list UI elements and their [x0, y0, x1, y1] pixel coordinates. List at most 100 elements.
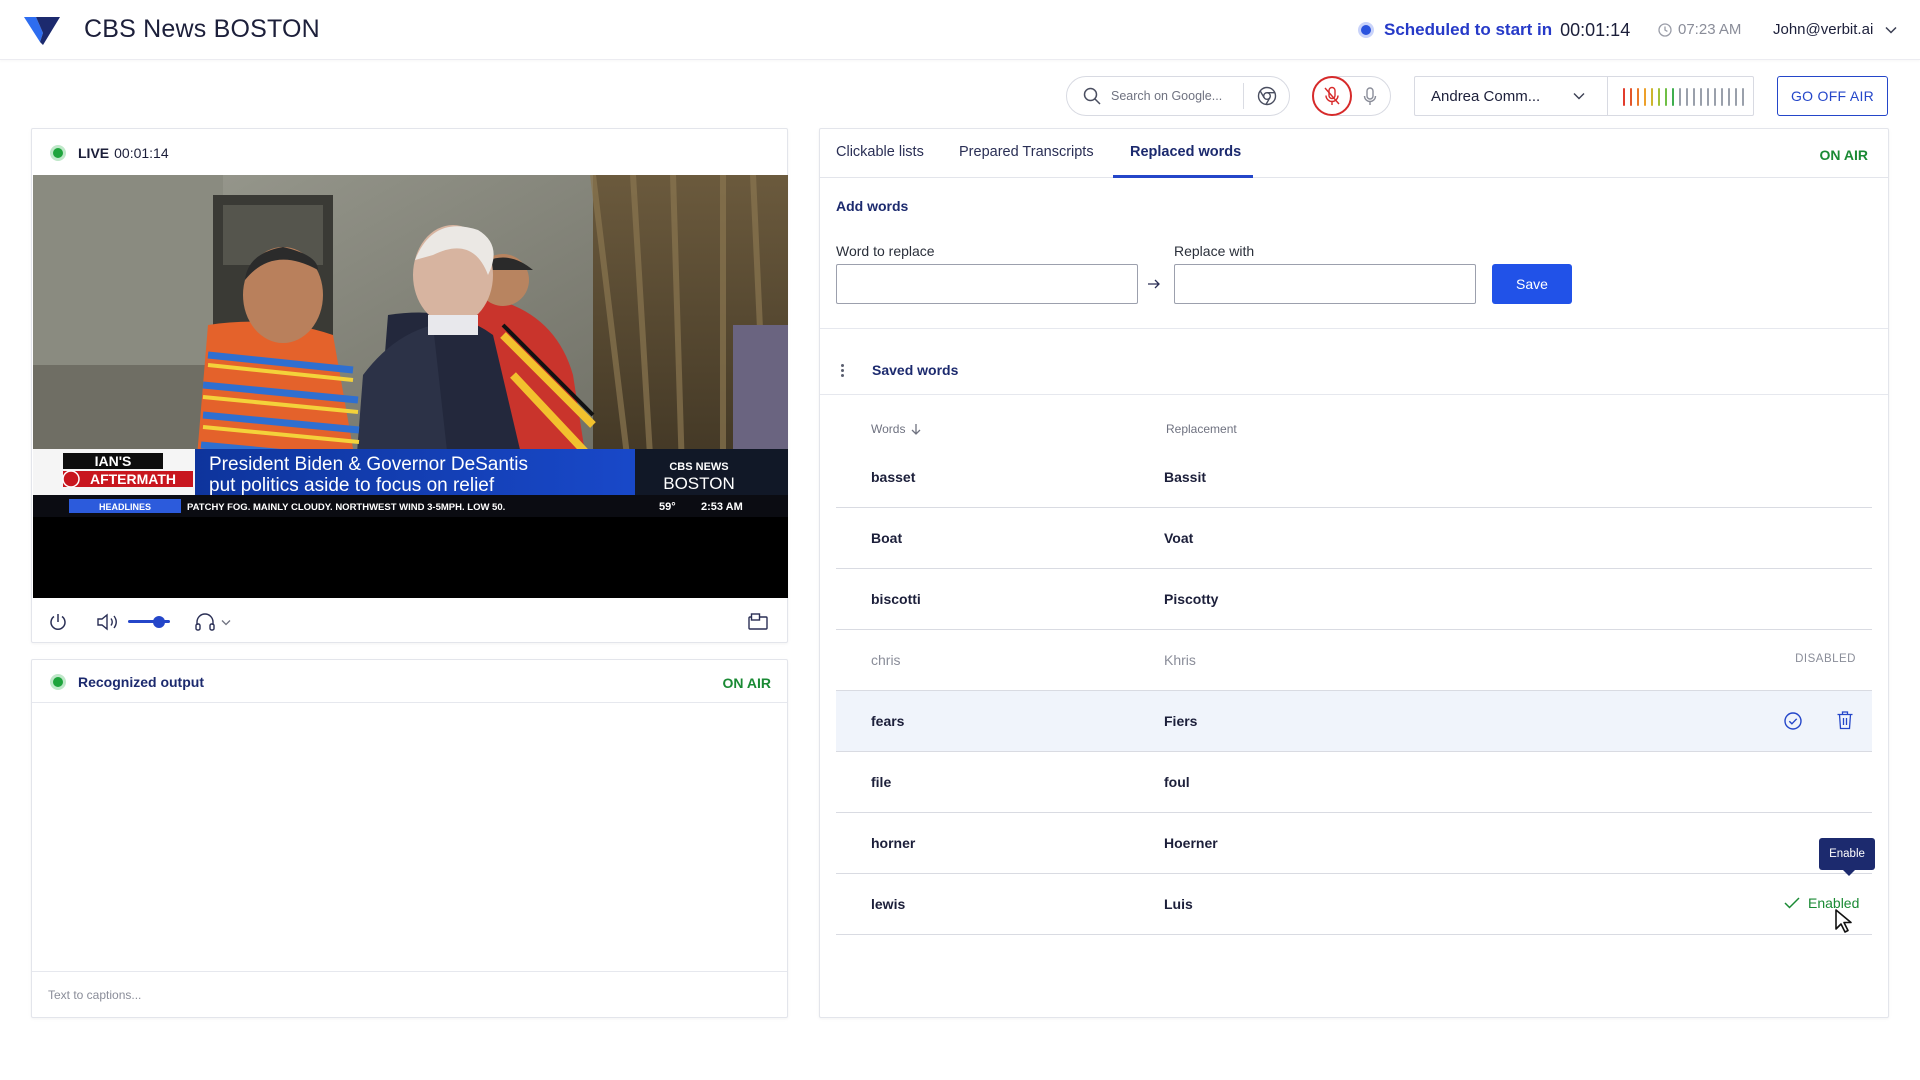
picture-in-picture-icon[interactable]	[748, 613, 768, 631]
ticker-text: PATCHY FOG. MAINLY CLOUDY. NORTHWEST WIN…	[187, 502, 505, 513]
schedule-dot-icon	[1358, 22, 1374, 38]
headline-line-1: President Biden & Governor DeSantis	[209, 454, 528, 475]
tab-replaced-words[interactable]: Replaced words	[1130, 144, 1241, 160]
clock-time: 07:23 AM	[1678, 21, 1742, 38]
saved-words-header: Saved words	[836, 362, 958, 378]
replace-with-input[interactable]	[1174, 264, 1476, 304]
meter-bar	[1742, 88, 1744, 106]
google-search-box[interactable]: Search on Google...	[1066, 76, 1290, 116]
table-row[interactable]: lewis Luis Enabled	[836, 874, 1872, 935]
tab-clickable-lists[interactable]: Clickable lists	[836, 144, 924, 160]
row-word: file	[871, 774, 892, 790]
row-word: Boat	[871, 530, 903, 546]
table-row[interactable]: basset Bassit	[836, 447, 1872, 508]
speaker-selector[interactable]: Andrea Comm...	[1414, 76, 1754, 116]
table-row[interactable]: biscotti Piscotty	[836, 569, 1872, 630]
meter-bar	[1714, 88, 1716, 106]
meter-bar	[1658, 88, 1660, 106]
divider	[820, 328, 1888, 329]
table-row[interactable]: Boat Voat	[836, 508, 1872, 569]
banner-bug-top: IAN'S	[95, 453, 132, 469]
word-to-replace-label: Word to replace	[836, 243, 935, 259]
row-word: lewis	[871, 896, 906, 912]
tab-prepared-transcripts[interactable]: Prepared Transcripts	[959, 144, 1094, 160]
row-replacement: foul	[1164, 774, 1190, 790]
audio-level-meter	[1623, 87, 1744, 107]
schedule-status: Scheduled to start in 00:01:14	[1358, 18, 1630, 42]
replaced-words-panel: Clickable lists Prepared Transcripts Rep…	[819, 128, 1889, 1018]
add-words-title: Add words	[836, 198, 909, 214]
meter-bar	[1672, 88, 1674, 106]
row-word: biscotti	[871, 591, 921, 607]
go-off-air-button[interactable]: GO OFF AIR	[1777, 76, 1888, 116]
table-row[interactable]: fears Fiers	[836, 691, 1872, 752]
schedule-label: Scheduled to start in	[1384, 20, 1553, 39]
chevron-down-icon[interactable]	[221, 619, 231, 626]
row-word: chris	[871, 652, 901, 668]
clock: 07:23 AM	[1658, 21, 1741, 38]
column-header-words[interactable]: Words	[871, 422, 921, 436]
sort-arrow-down-icon	[911, 424, 921, 435]
meter-bar	[1728, 88, 1730, 106]
trash-icon[interactable]	[1836, 710, 1854, 730]
output-on-air-badge: ON AIR	[722, 675, 771, 691]
search-icon	[1083, 87, 1101, 105]
row-replacement: Khris	[1164, 652, 1196, 668]
ticker-temp: 59°	[659, 501, 676, 513]
video-player[interactable]: IAN'S AFTERMATH President Biden & Govern…	[33, 175, 788, 598]
arrow-right-icon	[1148, 279, 1160, 289]
table-row[interactable]: file foul	[836, 752, 1872, 813]
save-button[interactable]: Save	[1492, 264, 1572, 304]
divider	[820, 394, 1888, 395]
recognized-output-panel: Recognized output ON AIR Text to caption…	[31, 659, 788, 1018]
search-input[interactable]: Search on Google...	[1111, 89, 1231, 103]
power-icon[interactable]	[48, 612, 68, 632]
player-controls	[32, 598, 789, 644]
headphones-icon[interactable]	[194, 612, 216, 632]
ticker-tag: HEADLINES	[99, 502, 151, 512]
live-time: 00:01:14	[114, 145, 169, 161]
live-header: LIVE 00:01:14	[50, 145, 169, 161]
meter-bar	[1721, 88, 1723, 106]
mic-mute-button[interactable]	[1312, 76, 1352, 116]
brand-boston: BOSTON	[663, 474, 734, 493]
mic-icon[interactable]	[1363, 87, 1377, 107]
volume-icon[interactable]	[96, 612, 120, 632]
caption-text-input[interactable]: Text to captions...	[48, 988, 141, 1002]
meter-bar	[1623, 88, 1625, 106]
row-word: horner	[871, 835, 916, 851]
chrome-icon[interactable]	[1257, 86, 1277, 106]
app-header: CBS News BOSTON Scheduled to start in 00…	[0, 0, 1920, 60]
user-menu[interactable]: John@verbit.ai	[1773, 21, 1897, 38]
speaker-name[interactable]: Andrea Comm...	[1431, 88, 1561, 105]
headline-line-2: put politics aside to focus on relief	[209, 475, 495, 496]
row-replacement: Fiers	[1164, 713, 1198, 729]
clock-icon	[1658, 22, 1672, 37]
volume-slider-handle[interactable]	[153, 616, 166, 628]
row-word: basset	[871, 469, 916, 485]
verbit-logo-icon[interactable]	[24, 15, 60, 45]
meter-bar	[1700, 88, 1702, 106]
meter-bar	[1665, 88, 1667, 106]
live-status-dot-icon	[50, 145, 66, 161]
kebab-menu-icon[interactable]	[836, 363, 848, 377]
chevron-down-icon	[1885, 26, 1897, 34]
table-row[interactable]: chris Khris DISABLED	[836, 630, 1872, 691]
on-air-badge: ON AIR	[1819, 147, 1868, 163]
check-circle-icon[interactable]	[1783, 711, 1803, 731]
ticker-time: 2:53 AM	[701, 501, 743, 513]
word-to-replace-input[interactable]	[836, 264, 1138, 304]
tab-bar: Clickable lists Prepared Transcripts Rep…	[820, 129, 1888, 178]
active-tab-indicator	[1113, 175, 1253, 178]
mic-off-icon	[1324, 86, 1340, 105]
replace-with-label: Replace with	[1174, 243, 1255, 259]
saved-words-title: Saved words	[872, 362, 959, 378]
enable-tooltip: Enable	[1819, 838, 1875, 876]
row-replacement: Hoerner	[1164, 835, 1218, 851]
mic-toggle-group	[1312, 76, 1391, 116]
divider	[1607, 77, 1608, 115]
checkmark-icon	[1784, 897, 1800, 909]
divider	[32, 702, 787, 703]
video-frame: IAN'S AFTERMATH President Biden & Govern…	[33, 175, 788, 598]
table-row[interactable]: horner Hoerner	[836, 813, 1872, 874]
